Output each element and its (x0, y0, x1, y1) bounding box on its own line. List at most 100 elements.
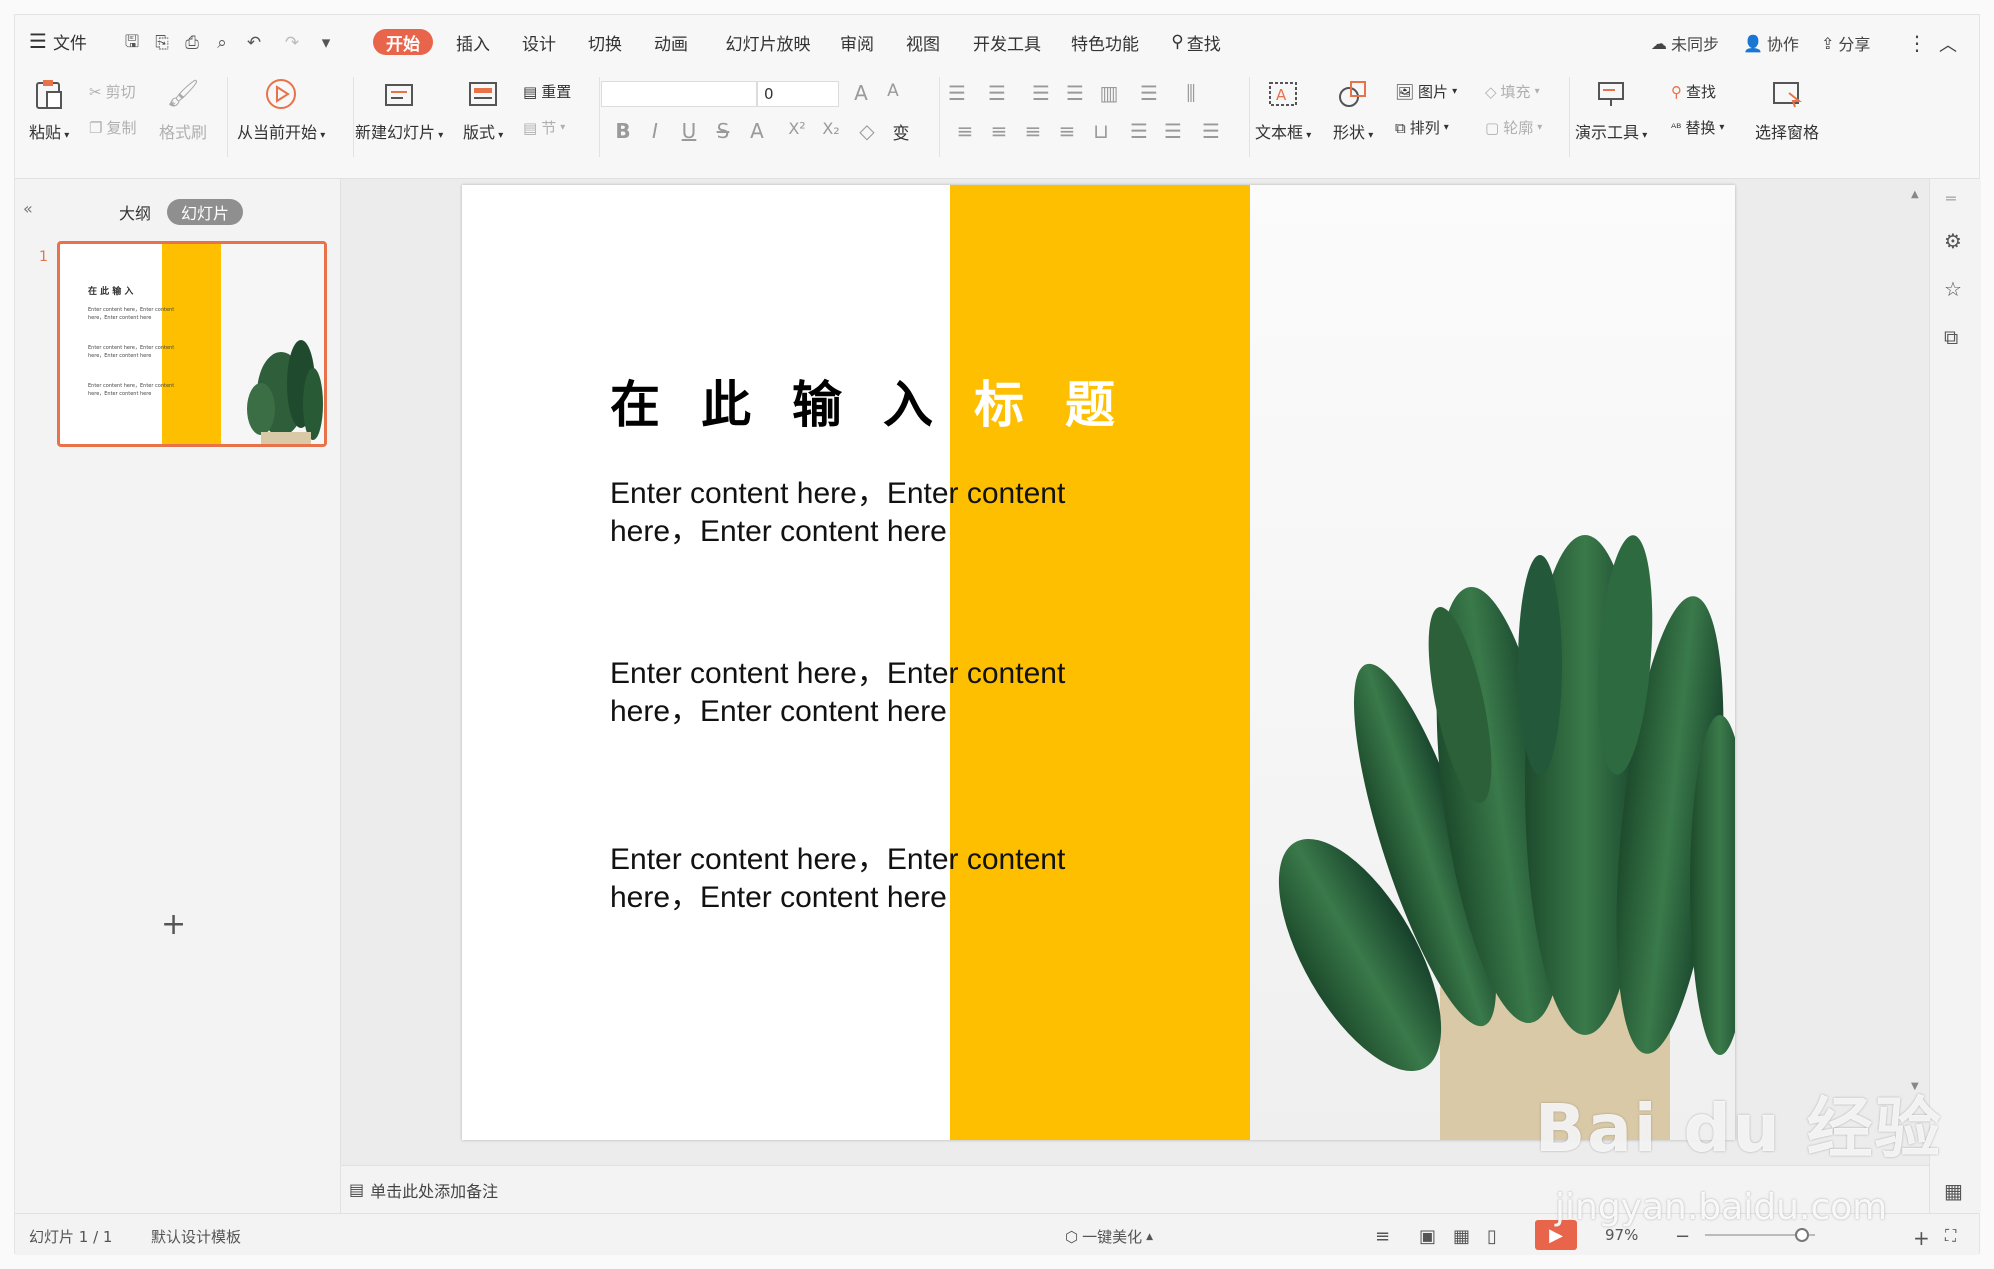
tab-slideshow[interactable]: 幻灯片放映 (723, 29, 813, 55)
print-icon[interactable]: ⎙ (181, 33, 203, 53)
star-icon[interactable]: ☆ (1944, 277, 1962, 301)
layout-button[interactable]: 版式 ▾ (463, 77, 503, 143)
format-painter-button[interactable]: 🖌 格式刷 (159, 77, 207, 143)
bullets-icon[interactable]: ☰ (945, 81, 969, 105)
content-paragraph[interactable]: Enter content here，Enter content here，En… (610, 841, 1130, 917)
reset-button[interactable]: ▤ 重置 (523, 81, 571, 102)
grid-icon[interactable]: ▦ (1944, 1179, 1963, 1203)
find-button[interactable]: ⚲ 查找 (1671, 81, 1716, 102)
decrease-indent-icon[interactable]: ☰ (1029, 81, 1053, 105)
collab-button[interactable]: 👤 协作 (1743, 31, 1799, 55)
normal-view-icon[interactable]: ▣ (1419, 1226, 1436, 1247)
underline-icon[interactable]: U (677, 119, 701, 143)
collapse-ribbon-icon[interactable]: ︿ (1939, 31, 1957, 57)
notes-toggle-icon[interactable]: ≡ (1375, 1226, 1390, 1247)
save-icon[interactable]: 🖫 (121, 32, 143, 53)
columns-icon[interactable]: ▥ (1097, 81, 1121, 105)
scroll-up-icon[interactable]: ▲ (1911, 189, 1919, 200)
zoom-in-icon[interactable]: + (1913, 1226, 1930, 1250)
strikethrough-icon[interactable]: S (711, 119, 735, 143)
redo-icon[interactable]: ↷ (281, 33, 303, 53)
print-preview-icon[interactable]: ⌕ (211, 33, 233, 53)
smartart-icon[interactable]: ☰ (1199, 119, 1223, 143)
align-text-icon[interactable]: ☰ (1161, 119, 1185, 143)
slide-thumbnail[interactable]: 在 此 输 入 标 题 Enter content here，Enter con… (57, 241, 327, 447)
properties-icon[interactable]: ⚙ (1944, 229, 1962, 253)
paste-button[interactable]: 粘贴 ▾ (29, 77, 69, 143)
zoom-slider-thumb[interactable] (1795, 1228, 1809, 1242)
font-size-select[interactable]: 0 (757, 81, 839, 107)
tab-slides[interactable]: 幻灯片 (167, 199, 243, 225)
vertical-scrollbar[interactable]: ▲ ▼ (1911, 189, 1923, 1092)
drag-handle-icon[interactable]: ═ (1946, 189, 1956, 208)
content-paragraph[interactable]: Enter content here，Enter content here，En… (610, 655, 1130, 731)
picture-button[interactable]: 🖼 图片 ▾ (1395, 81, 1457, 102)
font-color-icon[interactable]: A (745, 119, 769, 143)
align-right-icon[interactable]: ≡ (1021, 119, 1045, 143)
menu-search[interactable]: ⚲ 查找 (1165, 29, 1227, 55)
justify-icon[interactable]: ≡ (1055, 119, 1079, 143)
numbering-icon[interactable]: ☰ (985, 81, 1009, 105)
tab-view[interactable]: 视图 (901, 29, 945, 55)
align-left-icon[interactable]: ≡ (953, 119, 977, 143)
tab-outline[interactable]: 大纲 (113, 199, 157, 225)
replace-button[interactable]: ᴬᴮ 替换 ▾ (1671, 117, 1724, 138)
collapse-panel-icon[interactable]: « (23, 199, 33, 218)
tab-animations[interactable]: 动画 (649, 29, 693, 55)
copy-button[interactable]: ❐ 复制 (89, 117, 136, 138)
textbox-button[interactable]: A 文本框 ▾ (1255, 77, 1311, 143)
zoom-slider[interactable] (1705, 1228, 1815, 1242)
play-from-current-button[interactable]: 从当前开始 ▾ (237, 77, 325, 143)
distribute-icon[interactable]: ⊔ (1089, 119, 1113, 143)
template-name[interactable]: 默认设计模板 (151, 1226, 241, 1247)
outline-button[interactable]: ▢ 轮廓 ▾ (1485, 117, 1542, 138)
content-paragraph[interactable]: Enter content here，Enter content here，En… (610, 475, 1130, 551)
more-icon[interactable]: ⋮ (1907, 31, 1927, 55)
tab-special-features[interactable]: 特色功能 (1067, 29, 1143, 55)
cut-button[interactable]: ✂ 剪切 (89, 81, 136, 102)
text-direction-icon[interactable]: ⫼ (1179, 81, 1203, 105)
transform-icon[interactable]: ⧉ (1944, 325, 1958, 349)
tab-transitions[interactable]: 切换 (583, 29, 627, 55)
present-tools-button[interactable]: 演示工具 ▾ (1575, 77, 1647, 143)
paragraph-spacing-icon[interactable]: ☰ (1127, 119, 1151, 143)
increase-indent-icon[interactable]: ☰ (1063, 81, 1087, 105)
increase-font-icon[interactable]: A (849, 81, 873, 105)
undo-icon[interactable]: ↶ (243, 33, 265, 53)
reading-view-icon[interactable]: ▯ (1487, 1226, 1497, 1247)
slide-title[interactable]: 在 此 输 入 标 题 (610, 365, 1115, 437)
tab-design[interactable]: 设计 (517, 29, 561, 55)
share-button[interactable]: ⇪ 分享 (1821, 31, 1870, 55)
tab-review[interactable]: 审阅 (835, 29, 879, 55)
slide-sorter-icon[interactable]: ▦ (1453, 1226, 1470, 1247)
text-effects-icon[interactable]: 变 (889, 119, 913, 144)
font-name-select[interactable] (601, 81, 757, 107)
tab-developer[interactable]: 开发工具 (969, 29, 1045, 55)
file-menu[interactable]: ☰ 文件 (29, 15, 87, 67)
zoom-out-icon[interactable]: − (1675, 1226, 1690, 1247)
arrange-button[interactable]: ⧉ 排列 ▾ (1395, 117, 1449, 138)
zoom-value[interactable]: 97% (1605, 1226, 1638, 1244)
output-icon[interactable]: ⎘ (151, 33, 173, 53)
tab-home[interactable]: 开始 (373, 29, 433, 55)
line-spacing-icon[interactable]: ☰ (1137, 81, 1161, 105)
customize-toolbar-icon[interactable]: ▾ (315, 33, 337, 53)
section-button[interactable]: ▤ 节 ▾ (523, 117, 565, 138)
superscript-icon[interactable]: X² (785, 119, 809, 138)
bold-icon[interactable]: B (611, 119, 635, 143)
slide-canvas[interactable]: 在 此 输 入 标 题 Enter content here，Enter con… (462, 185, 1735, 1140)
decrease-font-icon[interactable]: A (881, 81, 905, 101)
clear-format-icon[interactable]: ◇ (855, 119, 879, 143)
fill-button[interactable]: ◇ 填充 ▾ (1485, 81, 1540, 102)
sync-status[interactable]: ☁ 未同步 (1651, 31, 1719, 55)
new-slide-button[interactable]: 新建幻灯片 ▾ (355, 77, 443, 143)
fit-window-icon[interactable]: ⛶ (1945, 1226, 1956, 1246)
shape-button[interactable]: 形状 ▾ (1333, 77, 1373, 143)
selection-pane-button[interactable]: 选择窗格 (1755, 77, 1819, 143)
tab-insert[interactable]: 插入 (451, 29, 495, 55)
italic-icon[interactable]: I (643, 119, 667, 143)
add-slide-icon[interactable]: + (161, 907, 186, 942)
align-center-icon[interactable]: ≡ (987, 119, 1011, 143)
subscript-icon[interactable]: X₂ (819, 119, 843, 138)
beautify-button[interactable]: ⬡ 一键美化 ▲ (1065, 1226, 1153, 1247)
